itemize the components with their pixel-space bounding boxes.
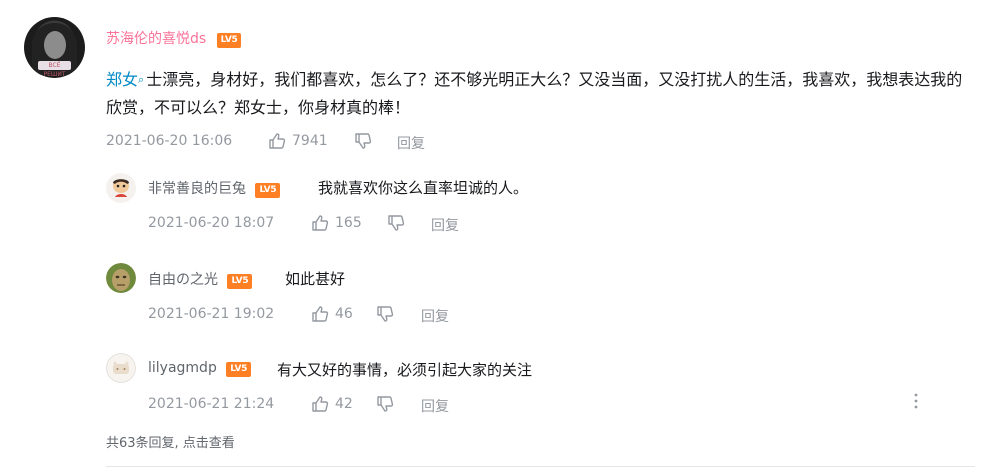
level-badge: LV5 [226,362,252,377]
dislike-button[interactable] [376,395,394,417]
thumb-up-icon [312,306,329,322]
thumb-up-icon [312,215,329,231]
view-more-replies[interactable]: 共63条回复, 点击查看 [106,432,235,451]
comment-text: 郑女⌕ 士漂亮，身材好，我们都喜欢，怎么了？还不够光明正大么？又没当面，又没打扰人… [106,66,968,122]
reply-username[interactable]: 自由の之光 LV5 [148,269,253,289]
comment-meta: 2021-06-20 16:06 [106,133,232,149]
cat-avatar-icon [106,353,136,383]
divider [106,466,975,467]
reply-username[interactable]: lilyagmdp LV5 [148,360,252,377]
username-text[interactable]: 非常善良的巨兔 [148,181,246,197]
like-count: 165 [335,215,362,231]
thumb-down-icon [377,306,394,322]
more-vertical-icon[interactable] [911,392,921,414]
thumb-up-icon [269,133,286,149]
search-link[interactable]: 郑女 [106,70,138,89]
reply-text: 有大又好的事情，必须引起大家的关注 [277,361,533,379]
like-button[interactable]: 165 [311,214,362,232]
reply-avatar[interactable] [106,353,136,383]
level-badge: LV5 [255,183,281,198]
reply-button[interactable]: 回复 [421,396,449,416]
reply-username[interactable]: 非常善良的巨兔 LV5 [148,178,281,198]
thumb-down-icon [388,215,405,231]
reply-avatar[interactable] [106,173,136,203]
reply-time: 2021-06-21 21:24 [148,396,275,412]
comment-body: 士漂亮，身材好，我们都喜欢，怎么了？还不够光明正大么？又没当面，又没打扰人的生活… [106,70,963,117]
like-button[interactable]: 46 [311,305,353,323]
avatar-tag: ВСЁ РЕШИТ [38,61,71,78]
avatar[interactable]: ВСЁ РЕШИТ [24,17,85,78]
like-count: 46 [335,306,353,322]
like-count: 42 [335,396,353,412]
reply-time: 2021-06-20 18:07 [148,215,275,231]
like-count: 7941 [292,133,328,149]
reply-button[interactable]: 回复 [421,306,449,326]
like-button[interactable]: 42 [311,395,353,413]
dislike-button[interactable] [354,132,372,154]
reply-text: 我就喜欢你这么直率坦诚的人。 [318,179,529,197]
reply-button[interactable]: 回复 [431,215,459,235]
rabbit-avatar-icon [106,173,136,203]
comment-username[interactable]: 苏海伦的喜悦ds LV5 [106,28,242,48]
username-text[interactable]: 自由の之光 [148,272,218,288]
username-text[interactable]: 苏海伦的喜悦ds [106,31,206,47]
like-button[interactable]: 7941 [268,132,328,150]
username-text[interactable]: lilyagmdp [148,360,217,376]
thumb-down-icon [377,396,394,412]
thumb-up-icon [312,396,329,412]
reply-text: 如此甚好 [285,270,346,288]
reply-button[interactable]: 回复 [397,133,425,153]
level-badge: LV5 [216,33,242,48]
reply-time: 2021-06-21 19:02 [148,306,275,322]
search-icon[interactable]: ⌕ [138,73,144,86]
reply-avatar[interactable] [106,263,136,293]
thumb-down-icon [355,133,372,149]
comment-time: 2021-06-20 16:06 [106,133,233,149]
face-avatar-icon [106,263,136,293]
dots-glyph [914,393,918,409]
dislike-button[interactable] [376,305,394,327]
dislike-button[interactable] [387,214,405,236]
level-badge: LV5 [227,274,253,289]
